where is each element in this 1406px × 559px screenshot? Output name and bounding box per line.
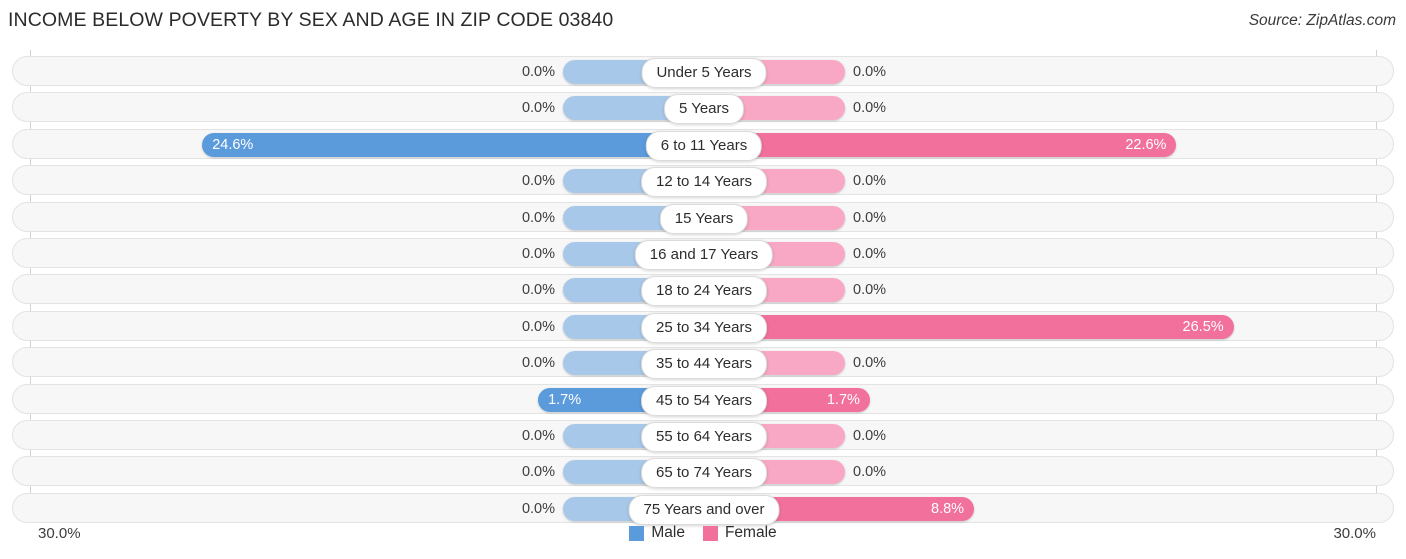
bar-value-female: 0.0% (853, 64, 887, 80)
chart-row: 24.6% 22.6% 6 to 11 Years (12, 128, 1394, 161)
row-category-label: 18 to 24 Years (641, 276, 767, 307)
chart-row: 1.7% 1.7% 45 to 54 Years (12, 383, 1394, 416)
bar-value-male: 0.0% (521, 209, 555, 226)
bar-value-female: 26.5% (1182, 318, 1224, 335)
row-category-label: 25 to 34 Years (641, 312, 767, 343)
bar-value-female: 0.0% (853, 282, 887, 299)
bar-value-male: 0.0% (521, 355, 555, 372)
row-category-label: 75 Years and over (628, 494, 780, 525)
source-label: Source: ZipAtlas.com (1248, 12, 1396, 29)
bar-value-female: 1.7% (826, 391, 860, 408)
row-category-label: Under 5 Years (641, 58, 767, 88)
row-category-label: 5 Years (663, 94, 745, 125)
chart-row: 0.0% 0.0% Under 5 Years (12, 56, 1394, 88)
bar-value-male: 1.7% (548, 391, 582, 408)
bar-value-male: 0.0% (521, 428, 555, 444)
chart-row: 0.0% 0.0% 65 to 74 Years (12, 456, 1394, 489)
legend-label: Male (651, 524, 685, 541)
chart-footer: 30.0% 30.0% Male Female (0, 522, 1406, 559)
chart-row: 0.0% 0.0% 18 to 24 Years (12, 274, 1394, 307)
row-category-label: 16 and 17 Years (634, 240, 774, 270)
chart-plot-area: 0.0% 0.0% Under 5 Years 0.0% 0.0% 5 Years 24.6… (0, 50, 1406, 525)
chart-row: 0.0% 0.0% 12 to 14 Years (12, 165, 1394, 198)
bar-value-male: 0.0% (521, 64, 555, 80)
row-category-label: 55 to 64 Years (641, 422, 767, 452)
legend-swatch-female (702, 525, 718, 541)
row-category-label: 45 to 54 Years (641, 385, 767, 416)
legend-swatch-male (629, 525, 645, 541)
chart-row: 0.0% 0.0% 15 Years (12, 201, 1394, 234)
chart-row: 0.0% 8.8% 75 Years and over (12, 492, 1394, 525)
legend-label: Female (724, 524, 777, 541)
chart-row: 0.0% 0.0% 16 and 17 Years (12, 238, 1394, 270)
bar-value-female: 0.0% (853, 355, 887, 372)
bar-value-male: 0.0% (521, 464, 555, 481)
chart-row: 0.0% 0.0% 5 Years (12, 92, 1394, 125)
row-category-label: 65 to 74 Years (641, 458, 767, 489)
bar-value-female: 0.0% (853, 173, 887, 190)
row-category-label: 15 Years (659, 203, 749, 234)
bar-value-male: 0.0% (521, 282, 555, 299)
bar-value-female: 22.6% (1125, 136, 1167, 153)
bar-value-female: 0.0% (853, 464, 887, 481)
row-category-label: 35 to 44 Years (641, 349, 767, 380)
bar-value-female: 0.0% (853, 100, 887, 117)
bar-value-male: 0.0% (521, 500, 555, 517)
bar-value-male: 24.6% (212, 136, 254, 153)
chart-legend: Male Female (0, 524, 1406, 542)
bar-value-male: 0.0% (521, 246, 555, 262)
bar-value-female: 0.0% (853, 246, 887, 262)
bar-value-male: 0.0% (521, 100, 555, 117)
chart-row: 0.0% 26.5% 25 to 34 Years (12, 310, 1394, 343)
row-category-label: 12 to 14 Years (641, 167, 767, 198)
chart-row: 0.0% 0.0% 35 to 44 Years (12, 347, 1394, 380)
legend-item[interactable]: Male (629, 524, 685, 542)
bar-value-female: 0.0% (853, 209, 887, 226)
bar-value-male: 0.0% (521, 318, 555, 335)
legend-item[interactable]: Female (702, 524, 777, 542)
bar-value-male: 0.0% (521, 173, 555, 190)
bar-value-female: 8.8% (931, 500, 965, 517)
page-title: INCOME BELOW POVERTY BY SEX AND AGE IN Z… (8, 9, 614, 31)
bar-male (202, 132, 704, 157)
bar-value-female: 0.0% (853, 428, 887, 444)
row-category-label: 6 to 11 Years (645, 130, 763, 161)
chart-row: 0.0% 0.0% 55 to 64 Years (12, 420, 1394, 452)
